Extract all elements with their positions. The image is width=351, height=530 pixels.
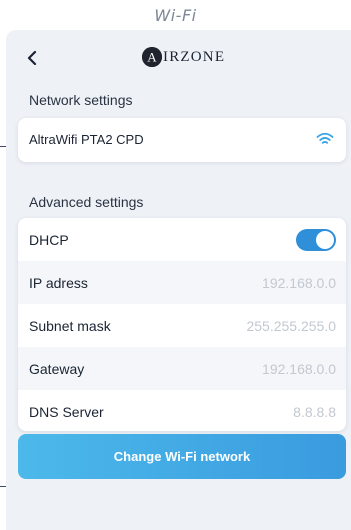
dns-server-value[interactable]: 8.8.8.8 xyxy=(293,404,336,420)
gateway-value[interactable]: 192.168.0.0 xyxy=(262,361,336,377)
toggle-knob xyxy=(316,230,334,249)
subnet-mask-label: Subnet mask xyxy=(29,317,111,334)
advanced-settings-title: Advanced settings xyxy=(29,194,144,210)
dns-server-row: DNS Server 8.8.8.8 xyxy=(18,390,346,431)
gateway-label: Gateway xyxy=(29,360,85,377)
airzone-logo-icon: A xyxy=(142,47,162,67)
chevron-left-icon xyxy=(27,51,37,65)
advanced-settings-card: DHCP IP adress 192.168.0.0 Subnet mask 2… xyxy=(18,218,346,431)
phone-screen: A IRZONE Network settings AltraWifi PTA2… xyxy=(6,30,351,530)
dhcp-toggle[interactable] xyxy=(296,228,336,251)
gateway-row: Gateway 192.168.0.0 xyxy=(18,347,346,390)
brand-letter: A xyxy=(147,50,157,65)
ip-address-label: IP adress xyxy=(29,274,88,291)
ip-address-row: IP adress 192.168.0.0 xyxy=(18,261,346,304)
subnet-mask-row: Subnet mask 255.255.255.0 xyxy=(18,304,346,347)
network-card[interactable]: AltraWifi PTA2 CPD xyxy=(18,118,346,162)
back-button[interactable] xyxy=(22,48,42,68)
dns-server-label: DNS Server xyxy=(29,403,104,420)
network-ssid: AltraWifi PTA2 CPD xyxy=(29,132,144,147)
change-wifi-network-button[interactable]: Change Wi-Fi network xyxy=(18,434,346,479)
dhcp-row: DHCP xyxy=(18,218,346,261)
wifi-icon xyxy=(316,132,334,144)
ip-address-value[interactable]: 192.168.0.0 xyxy=(262,275,336,291)
dhcp-label: DHCP xyxy=(29,231,69,248)
brand-name: IRZONE xyxy=(163,48,226,65)
subnet-mask-value[interactable]: 255.255.255.0 xyxy=(246,318,336,334)
network-settings-title: Network settings xyxy=(29,92,133,108)
screen-caption: Wi-Fi xyxy=(154,6,197,25)
brand-logo: A IRZONE xyxy=(142,44,225,70)
